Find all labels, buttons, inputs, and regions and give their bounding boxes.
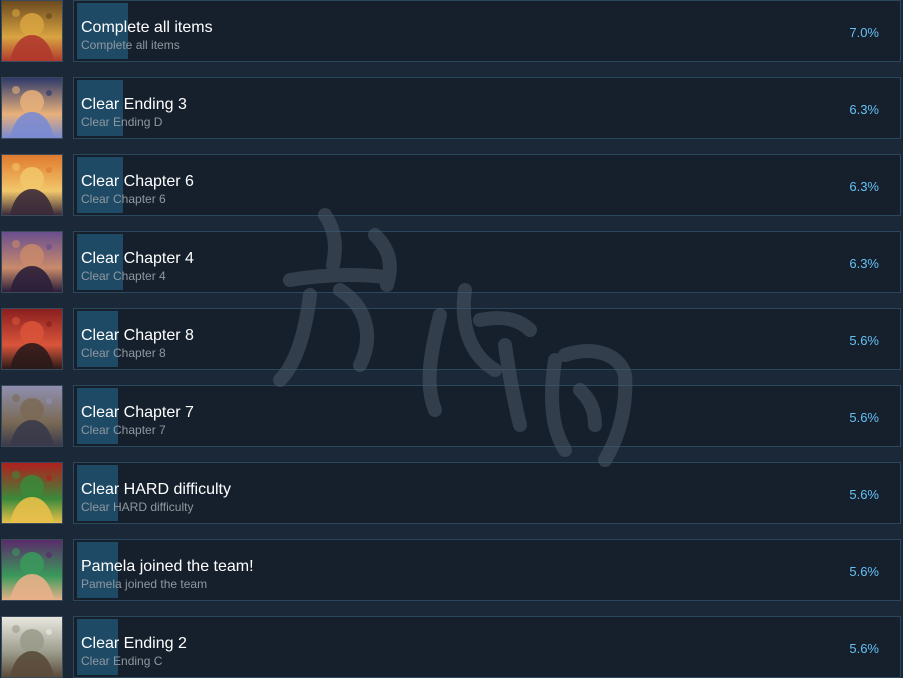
achievement-bar: Clear Chapter 4 Clear Chapter 4 6.3% [73,231,901,293]
sunset-castle-icon [2,155,62,215]
achievement-title: Pamela joined the team! [81,558,254,575]
achievement-percent: 6.3% [849,102,879,117]
achievement-bar: Clear Chapter 6 Clear Chapter 6 6.3% [73,154,901,216]
achievement-percent: 7.0% [849,25,879,40]
achievement-percent: 5.6% [849,487,879,502]
achievement-row[interactable]: Clear Chapter 7 Clear Chapter 7 5.6% [0,385,903,449]
white-haired-girl-icon [2,617,62,677]
achievement-description: Pamela joined the team [81,577,208,591]
achievement-row[interactable]: Clear Ending 2 Clear Ending C 5.6% [0,616,903,678]
achievement-title: Clear Ending 2 [81,635,187,652]
red-castle-icon [2,309,62,369]
achievement-bar: Clear HARD difficulty Clear HARD difficu… [73,462,901,524]
achievement-percent: 5.6% [849,410,879,425]
achievement-description: Clear HARD difficulty [81,500,194,514]
achievement-description: Clear Chapter 4 [81,269,166,283]
achievement-bar: Clear Chapter 7 Clear Chapter 7 5.6% [73,385,901,447]
achievement-row[interactable]: Clear HARD difficulty Clear HARD difficu… [0,462,903,526]
achievement-description: Clear Chapter 6 [81,192,166,206]
achievement-title: Clear Chapter 4 [81,250,194,267]
witch-girl-portrait-icon [2,78,62,138]
achievement-percent: 5.6% [849,333,879,348]
achievement-description: Clear Ending C [81,654,163,668]
achievement-row[interactable]: Clear Chapter 6 Clear Chapter 6 6.3% [0,154,903,218]
achievement-bar: Complete all items Complete all items 7.… [73,0,901,62]
achievement-icon [1,616,63,678]
achievement-percent: 6.3% [849,179,879,194]
achievement-description: Clear Chapter 8 [81,346,166,360]
achievement-icon [1,0,63,62]
achievement-title: Clear Ending 3 [81,96,187,113]
armored-demon-icon [2,463,62,523]
achievement-list: Complete all items Complete all items 7.… [0,0,903,678]
achievement-percent: 5.6% [849,564,879,579]
rocky-mountains-icon [2,386,62,446]
achievement-title: Complete all items [81,19,213,36]
achievement-row[interactable]: Complete all items Complete all items 7.… [0,0,903,64]
achievement-bar: Pamela joined the team! Pamela joined th… [73,539,901,601]
achievement-row[interactable]: Clear Chapter 8 Clear Chapter 8 5.6% [0,308,903,372]
achievement-description: Clear Chapter 7 [81,423,166,437]
achievement-bar: Clear Chapter 8 Clear Chapter 8 5.6% [73,308,901,370]
achievement-icon [1,539,63,601]
achievement-bar: Clear Ending 2 Clear Ending C 5.6% [73,616,901,678]
achievement-icon [1,77,63,139]
pamela-portrait-icon [2,540,62,600]
achievement-bar: Clear Ending 3 Clear Ending D 6.3% [73,77,901,139]
achievement-icon [1,154,63,216]
achievement-percent: 6.3% [849,256,879,271]
achievement-row[interactable]: Clear Ending 3 Clear Ending D 6.3% [0,77,903,141]
achievement-description: Clear Ending D [81,115,163,129]
achievement-percent: 5.6% [849,641,879,656]
achievement-icon [1,385,63,447]
achievement-icon [1,308,63,370]
achievement-title: Clear HARD difficulty [81,481,231,498]
achievement-title: Clear Chapter 8 [81,327,194,344]
achievement-icon [1,231,63,293]
achievement-row[interactable]: Pamela joined the team! Pamela joined th… [0,539,903,603]
treasure-pile-icon [2,1,62,61]
achievement-row[interactable]: Clear Chapter 4 Clear Chapter 4 6.3% [0,231,903,295]
achievement-description: Complete all items [81,38,180,52]
achievement-icon [1,462,63,524]
achievement-title: Clear Chapter 7 [81,404,194,421]
graveyard-crosses-icon [2,232,62,292]
achievement-title: Clear Chapter 6 [81,173,194,190]
